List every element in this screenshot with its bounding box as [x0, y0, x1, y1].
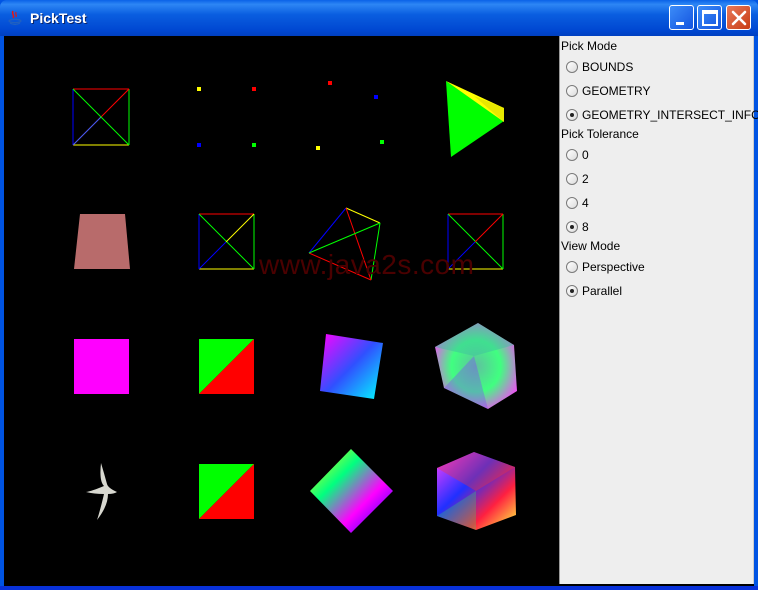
watermark: www.java2s.com: [259, 249, 475, 280]
radio-circle-selected[interactable]: [566, 109, 578, 121]
radio-label: 0: [582, 148, 589, 162]
close-icon: [731, 10, 747, 26]
radio-label: 4: [582, 196, 589, 210]
radio-label: GEOMETRY_INTERSECT_INFO: [582, 108, 758, 122]
radio-circle-selected[interactable]: [566, 285, 578, 297]
wire-square-1[interactable]: [72, 88, 130, 146]
gull-model[interactable]: [86, 463, 117, 520]
gradient-cube[interactable]: [320, 334, 383, 399]
window-title: PickTest: [30, 10, 87, 26]
app-window: PickTest www.java2s.com Pick Mode BOUNDS…: [0, 0, 758, 590]
point-array-1[interactable]: [197, 87, 256, 147]
minimize-button[interactable]: [669, 5, 694, 30]
maximize-button[interactable]: [697, 5, 722, 30]
split-square-1[interactable]: [199, 339, 254, 394]
gradient-hexagon-2[interactable]: [437, 452, 516, 530]
wire-square-2[interactable]: [198, 213, 255, 270]
point-array-2[interactable]: [316, 81, 384, 150]
radio-label: 8: [582, 220, 589, 234]
radio-label: GEOMETRY: [582, 84, 651, 98]
radio-label: Parallel: [582, 284, 623, 298]
radio-circle[interactable]: [566, 149, 578, 161]
3d-canvas[interactable]: www.java2s.com: [4, 36, 559, 586]
radio-circle[interactable]: [566, 85, 578, 97]
radio-circle-selected[interactable]: [566, 221, 578, 233]
scene-objects: [72, 81, 517, 533]
content-frame: www.java2s.com Pick Mode BOUNDS GEOMETRY…: [4, 36, 758, 586]
options-panel: Pick Mode BOUNDS GEOMETRY GEOMETRY_INTER…: [559, 36, 758, 584]
magenta-square[interactable]: [74, 339, 129, 394]
trapezoid-quad[interactable]: [74, 214, 130, 269]
split-square-2[interactable]: [199, 464, 254, 519]
radio-label: 2: [582, 172, 589, 186]
java-icon: [8, 10, 22, 26]
pick-tolerance-header: Pick Tolerance: [561, 127, 639, 141]
pick-mode-header: Pick Mode: [561, 39, 618, 53]
close-button[interactable]: [726, 5, 751, 30]
gradient-diamond[interactable]: [310, 449, 393, 533]
radio-label: BOUNDS: [582, 60, 634, 74]
tetrahedron-1[interactable]: [446, 81, 504, 157]
view-mode-header: View Mode: [561, 239, 621, 253]
radio-circle[interactable]: [566, 197, 578, 209]
gradient-hexagon-1[interactable]: [435, 323, 517, 409]
window-bottom-border: [0, 586, 758, 590]
radio-circle[interactable]: [566, 61, 578, 73]
radio-circle[interactable]: [566, 173, 578, 185]
radio-label: Perspective: [582, 260, 645, 274]
radio-circle[interactable]: [566, 261, 578, 273]
maximize-icon: [702, 10, 718, 26]
title-bar[interactable]: PickTest: [0, 0, 758, 36]
minimize-icon: [676, 22, 684, 25]
